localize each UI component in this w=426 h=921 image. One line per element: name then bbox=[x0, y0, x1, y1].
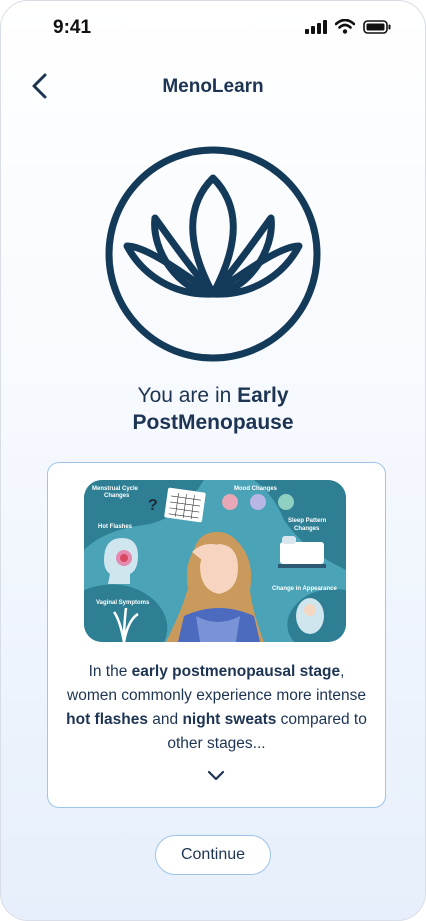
app-title: MenoLearn bbox=[162, 76, 264, 97]
stage-description: In the early postmenopausal stage, women… bbox=[62, 660, 371, 756]
status-bar: 9:41 bbox=[1, 1, 425, 57]
battery-icon bbox=[363, 19, 391, 34]
info-card: ? Menstrual Cycle Changes Mood Changes H… bbox=[47, 462, 386, 808]
label-vaginal: Vaginal Symptoms bbox=[96, 600, 150, 606]
status-icons bbox=[305, 19, 391, 34]
label-hot-flashes: Hot Flashes bbox=[98, 524, 133, 530]
desc-bold-hot-flashes: hot flashes bbox=[66, 711, 148, 728]
desc-text-3: and bbox=[147, 711, 183, 728]
stage-name-part1: Early bbox=[237, 384, 289, 407]
wifi-icon bbox=[335, 19, 355, 34]
label-sleep-2: Changes bbox=[294, 526, 320, 532]
desc-bold-stage: early postmenopausal stage bbox=[131, 663, 341, 680]
stage-result: You are in Early PostMenopause bbox=[1, 382, 425, 436]
label-mood: Mood Changes bbox=[234, 486, 278, 492]
stage-prefix: You are in bbox=[137, 384, 238, 407]
label-menstrual: Menstrual Cycle bbox=[92, 486, 139, 492]
svg-text:?: ? bbox=[148, 497, 158, 514]
phone-screen: 9:41 MenoLearn You are in Early PostMeno… bbox=[0, 0, 426, 921]
desc-bold-night-sweats: night sweats bbox=[182, 711, 277, 728]
continue-button[interactable]: Continue bbox=[155, 835, 271, 875]
stage-name-part2: PostMenopause bbox=[132, 411, 294, 434]
chevron-down-icon[interactable] bbox=[207, 770, 225, 782]
symptoms-illustration: ? Menstrual Cycle Changes Mood Changes H… bbox=[84, 480, 346, 642]
label-appearance: Change in Appearance bbox=[272, 586, 337, 592]
signal-icon bbox=[305, 19, 327, 34]
desc-text-1: In the bbox=[88, 663, 132, 680]
lotus-icon bbox=[105, 146, 321, 362]
label-menstrual-2: Changes bbox=[104, 493, 130, 499]
status-time: 9:41 bbox=[53, 17, 92, 38]
label-sleep: Sleep Pattern bbox=[288, 518, 327, 524]
